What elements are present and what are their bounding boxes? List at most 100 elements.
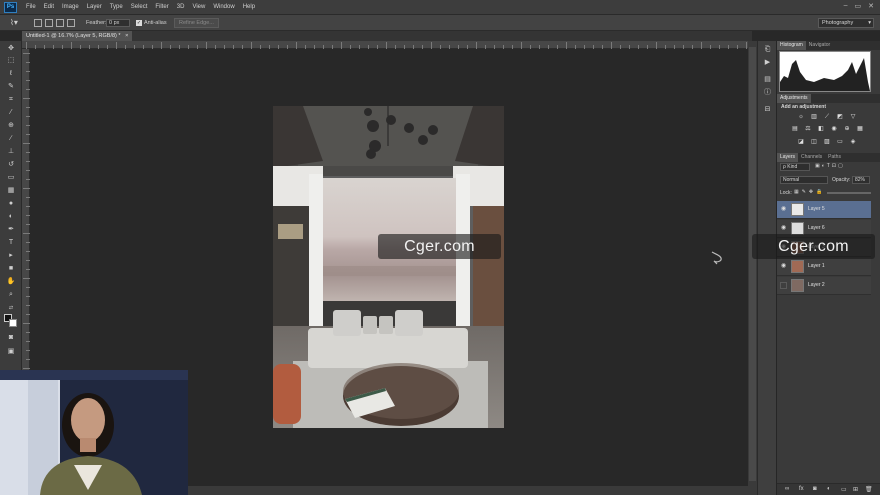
anti-alias-checkbox[interactable]: ✓ (136, 20, 142, 26)
color-balance-icon[interactable]: ⚖ (804, 125, 812, 133)
eyedropper-tool-icon[interactable]: ⁄ (4, 108, 18, 118)
refine-edge-button[interactable]: Refine Edge... (174, 18, 219, 28)
type-tool-icon[interactable]: T (4, 238, 18, 248)
workspace-select[interactable]: Photography ▾ (818, 18, 874, 28)
channel-mixer-icon[interactable]: ⊕ (843, 125, 851, 133)
menu-select[interactable]: Select (127, 0, 152, 15)
document-canvas-image[interactable] (273, 106, 504, 428)
link-layers-icon[interactable]: ∞ (785, 486, 789, 492)
exposure-icon[interactable]: ◩ (836, 113, 844, 121)
new-layer-icon[interactable]: ⊞ (853, 486, 858, 493)
maximize-button[interactable]: ▭ (855, 2, 862, 10)
libraries-panel-icon[interactable]: ▤ (762, 75, 773, 85)
add-mask-icon[interactable]: ◙ (813, 486, 817, 492)
layer-name[interactable]: Layer 2 (808, 282, 825, 288)
info-panel-icon[interactable]: ⓘ (762, 88, 773, 98)
move-tool-icon[interactable]: ✥ (4, 44, 18, 54)
brush-tool-icon[interactable]: ∕ (4, 134, 18, 144)
lasso-tool-preset-icon[interactable]: ⌇▾ (10, 18, 18, 28)
layer-name[interactable]: Layer 5 (808, 206, 825, 212)
healing-brush-tool-icon[interactable]: ⊕ (4, 121, 18, 131)
delete-layer-icon[interactable]: 🗑 (865, 486, 873, 493)
fill-slider[interactable] (827, 192, 871, 194)
lock-icons[interactable]: ▦✎✥🔒 (794, 189, 825, 195)
path-select-tool-icon[interactable]: ▸ (4, 251, 18, 261)
vertical-scrollbar[interactable] (748, 41, 757, 486)
clone-stamp-tool-icon[interactable]: ⊥ (4, 147, 18, 157)
menu-image[interactable]: Image (58, 0, 83, 15)
menu-edit[interactable]: Edit (40, 0, 58, 15)
marquee-tool-icon[interactable]: ⬚ (4, 56, 18, 66)
visibility-eye-icon[interactable] (780, 282, 787, 289)
document-tab[interactable]: Untitled-1 @ 16.7% (Layer 5, RGB/8) * × (22, 31, 133, 41)
menu-view[interactable]: View (188, 0, 209, 15)
layer-row[interactable]: ◉ Layer 5 (777, 201, 871, 219)
history-panel-icon[interactable]: ⎗ (762, 45, 773, 55)
hand-tool-icon[interactable]: ✋ (4, 277, 18, 287)
visibility-eye-icon[interactable]: ◉ (780, 206, 787, 213)
selective-color-icon[interactable]: ◈ (849, 138, 857, 146)
vertical-scroll-thumb[interactable] (749, 47, 756, 481)
menu-help[interactable]: Help (239, 0, 259, 15)
menu-layer[interactable]: Layer (83, 0, 106, 15)
tab-paths[interactable]: Paths (825, 153, 844, 162)
menu-type[interactable]: Type (106, 0, 127, 15)
crop-tool-icon[interactable]: ⌗ (4, 95, 18, 105)
invert-icon[interactable]: ◪ (797, 138, 805, 146)
gradient-map-icon[interactable]: ▭ (836, 138, 844, 146)
visibility-eye-icon[interactable]: ◉ (780, 225, 787, 232)
subtract-selection-icon[interactable] (56, 19, 64, 27)
tab-adjustments[interactable]: Adjustments (777, 94, 811, 103)
intersect-selection-icon[interactable] (67, 19, 75, 27)
menu-window[interactable]: Window (209, 0, 238, 15)
visibility-eye-icon[interactable]: ◉ (780, 263, 787, 270)
minimize-button[interactable]: – (844, 2, 848, 10)
posterize-icon[interactable]: ◫ (810, 138, 818, 146)
eraser-tool-icon[interactable]: ▭ (4, 173, 18, 183)
color-lookup-icon[interactable]: ▦ (856, 125, 864, 133)
close-tab-icon[interactable]: × (125, 33, 128, 39)
layer-name[interactable]: Layer 6 (808, 225, 825, 231)
menu-file[interactable]: File (22, 0, 40, 15)
black-white-icon[interactable]: ◧ (817, 125, 825, 133)
menu-3d[interactable]: 3D (173, 0, 189, 15)
layer-name[interactable]: Layer 1 (808, 263, 825, 269)
hue-saturation-icon[interactable]: ▤ (791, 125, 799, 133)
tab-channels[interactable]: Channels (798, 153, 825, 162)
blur-tool-icon[interactable]: ● (4, 199, 18, 209)
vibrance-icon[interactable]: ▽ (849, 113, 857, 121)
photo-filter-icon[interactable]: ◉ (830, 125, 838, 133)
history-brush-tool-icon[interactable]: ↺ (4, 160, 18, 170)
quick-select-tool-icon[interactable]: ✎ (4, 82, 18, 92)
layer-row[interactable]: Layer 2 (777, 277, 871, 295)
close-button[interactable]: ✕ (868, 2, 874, 10)
opacity-input[interactable]: 82% (852, 176, 870, 184)
new-adjustment-icon[interactable]: ◐ (827, 486, 831, 492)
quick-mask-icon[interactable]: ◙ (4, 333, 18, 343)
lasso-tool-icon[interactable]: ℓ (4, 69, 18, 79)
feather-input[interactable]: 0 px (106, 19, 130, 27)
actions-panel-icon[interactable]: ▶ (762, 58, 773, 68)
layer-kind-filter[interactable]: ρ Kind (780, 163, 810, 171)
new-group-icon[interactable]: ▭ (841, 486, 847, 493)
pen-tool-icon[interactable]: ✒ (4, 225, 18, 235)
brightness-contrast-icon[interactable]: ☼ (797, 113, 805, 121)
curves-icon[interactable]: ⟋ (823, 113, 831, 121)
tab-navigator[interactable]: Navigator (806, 41, 833, 50)
layer-row[interactable]: ◉ Layer 1 (777, 258, 871, 276)
threshold-icon[interactable]: ▨ (823, 138, 831, 146)
shape-tool-icon[interactable]: ■ (4, 264, 18, 274)
layer-style-icon[interactable]: fx (799, 486, 804, 492)
swap-colors-icon[interactable]: ⇄ (4, 303, 18, 313)
properties-panel-icon[interactable]: ⊟ (762, 105, 773, 115)
menu-filter[interactable]: Filter (151, 0, 172, 15)
levels-icon[interactable]: ▥ (810, 113, 818, 121)
gradient-tool-icon[interactable]: ▦ (4, 186, 18, 196)
add-selection-icon[interactable] (45, 19, 53, 27)
background-color-swatch[interactable] (9, 319, 17, 327)
layer-filter-icons[interactable]: ▣◐T⊡▢ (815, 163, 845, 169)
new-selection-icon[interactable] (34, 19, 42, 27)
zoom-tool-icon[interactable]: ⌕ (4, 290, 18, 300)
tab-layers[interactable]: Layers (777, 153, 799, 162)
screen-mode-icon[interactable]: ▣ (4, 347, 18, 357)
